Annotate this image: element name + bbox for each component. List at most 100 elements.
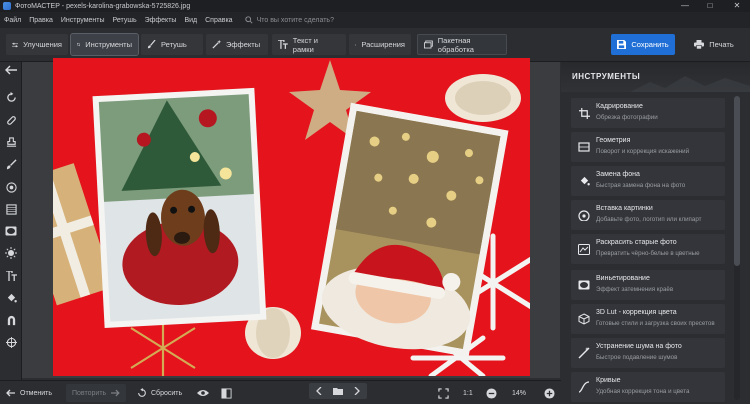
panel-scrollbar[interactable] [734,96,740,400]
minimize-icon[interactable]: — [676,0,694,12]
radial-filter-icon[interactable] [3,179,19,195]
floppy-icon [617,40,627,49]
menu-tools[interactable]: Инструменты [57,17,109,24]
tab-effects-label: Эффекты [226,40,261,49]
preview-eye-icon[interactable] [197,384,213,402]
redo-button[interactable]: Повторить [66,384,126,402]
scrollbar-thumb[interactable] [734,96,740,266]
save-button[interactable]: Сохранить [611,34,675,55]
printer-icon [694,40,705,49]
tool-subtitle: Обрезка фотографии [596,114,658,121]
text-tool-icon[interactable] [3,268,19,284]
close-icon[interactable]: ✕ [728,0,746,12]
image-navigation [309,383,367,399]
tab-retouch-label: Ретушь [161,40,187,49]
tab-text-frames[interactable]: Текст и рамки [272,34,346,55]
search-box[interactable]: Что вы хотите сделать? [244,16,334,24]
photo-preview[interactable] [53,58,530,376]
tab-effects[interactable]: Эффекты [206,34,268,55]
tool-title: Замена фона [596,171,640,178]
tool-title: Кривые [596,377,621,384]
tool-title: Виньетирование [596,275,650,282]
stamp-icon[interactable] [3,134,19,150]
tab-tools-label: Инструменты [85,40,132,49]
search-icon [244,16,253,24]
tool-3d-lut[interactable]: 3D Lut - коррекция цвета Готовые стили и… [571,304,725,334]
text-icon [278,40,288,49]
tool-insert-image[interactable]: Вставка картинки Добавьте фото, логотип … [571,200,725,230]
next-image-icon[interactable] [348,383,367,399]
photo-illustration [53,58,530,376]
tool-geometry[interactable]: Геометрия Поворот и коррекция искажений [571,132,725,162]
menu-edit[interactable]: Правка [25,17,57,24]
magnet-icon[interactable] [3,312,19,328]
save-label: Сохранить [631,40,669,49]
bandage-icon[interactable] [3,112,19,128]
app-window: ФотоМАСТЕР - pexels-karolina-grabowska-5… [0,0,750,404]
reset-button[interactable]: Сбросить [137,384,182,402]
reset-label: Сбросить [151,389,183,397]
sun-icon[interactable] [3,245,19,261]
tool-colorize[interactable]: Раскрасить старые фото Превратить чёрно-… [571,234,725,264]
tool-subtitle: Быстрое подавление шумов [596,354,678,361]
tab-extensions[interactable]: Расширения [349,34,411,55]
tool-crop[interactable]: Кадрирование Обрезка фотографии [571,98,725,128]
zoom-out-icon[interactable] [486,384,501,402]
app-logo-icon [3,2,11,10]
tool-title: Геометрия [596,137,631,144]
folder-icon[interactable] [328,383,347,399]
tool-denoise[interactable]: Устранение шума на фото Быстрое подавлен… [571,338,725,368]
menu-help[interactable]: Справка [201,17,236,24]
menu-view[interactable]: Вид [180,17,201,24]
undo-button[interactable]: Отменить [6,384,52,402]
vignette-tool-icon[interactable] [3,223,19,239]
batch-processing-button[interactable]: Пакетная обработка [417,34,507,55]
menu-effects[interactable]: Эффекты [141,17,181,24]
left-toolstrip [0,62,22,380]
redo-label: Повторить [72,389,107,397]
tool-curves[interactable]: Кривые Удобная коррекция тона и цвета [571,372,725,402]
tool-subtitle: Превратить чёрно-белые в цветные [596,250,700,257]
undo-label: Отменить [20,389,52,397]
undo-icon [6,389,15,397]
print-button[interactable]: Печать [683,34,745,55]
tool-subtitle: Эффект затемнения краёв [596,286,674,293]
noise-icon [577,346,591,360]
crop-icon [77,42,81,47]
fill-bucket-icon[interactable] [3,290,19,306]
maximize-icon[interactable]: □ [701,0,719,12]
gradient-filter-icon[interactable] [3,201,19,217]
reset-icon [138,388,146,397]
menu-bar: Файл Правка Инструменты Ретушь Эффекты В… [0,12,750,28]
tab-tools[interactable]: Инструменты [70,33,139,56]
menu-retouch[interactable]: Ретушь [109,17,141,24]
tool-background-replace[interactable]: Замена фона Быстрая замена фона на фото [571,166,725,196]
tool-title: Раскрасить старые фото [596,239,677,246]
panel-header-mountains [630,76,750,92]
crop-icon [577,106,591,120]
tab-enhance[interactable]: Улучшения [6,34,68,55]
tool-title: Кадрирование [596,103,643,110]
tool-subtitle: Готовые стили и загрузка своих пресетов [596,320,715,327]
rotate-icon[interactable] [3,89,19,105]
back-arrow-icon[interactable] [3,62,19,78]
zoom-in-icon[interactable] [544,384,559,402]
prev-image-icon[interactable] [309,383,328,399]
compare-icon[interactable] [221,384,236,402]
ratio-1-1-button[interactable]: 1:1 [463,384,473,402]
brush-tool-icon[interactable] [3,156,19,172]
zoom-level: 14% [512,389,527,397]
tab-retouch[interactable]: Ретушь [141,34,203,55]
insert-image-icon [577,208,591,222]
geometry-icon [577,140,591,154]
crosshair-icon[interactable] [3,334,19,350]
batch-processing-label: Пакетная обработка [437,35,474,54]
tool-vignette[interactable]: Виньетирование Эффект затемнения краёв [571,270,725,300]
tools-panel: ИНСТРУМЕНТЫ Кадрирование Обрезка фотогра… [561,62,750,404]
fit-screen-icon[interactable] [438,384,453,402]
tool-title: Устранение шума на фото [596,343,682,350]
search-placeholder: Что вы хотите сделать? [256,16,334,24]
menu-file[interactable]: Файл [0,17,25,24]
brush-icon [147,40,156,49]
title-bar: ФотоМАСТЕР - pexels-karolina-grabowska-5… [0,0,750,12]
